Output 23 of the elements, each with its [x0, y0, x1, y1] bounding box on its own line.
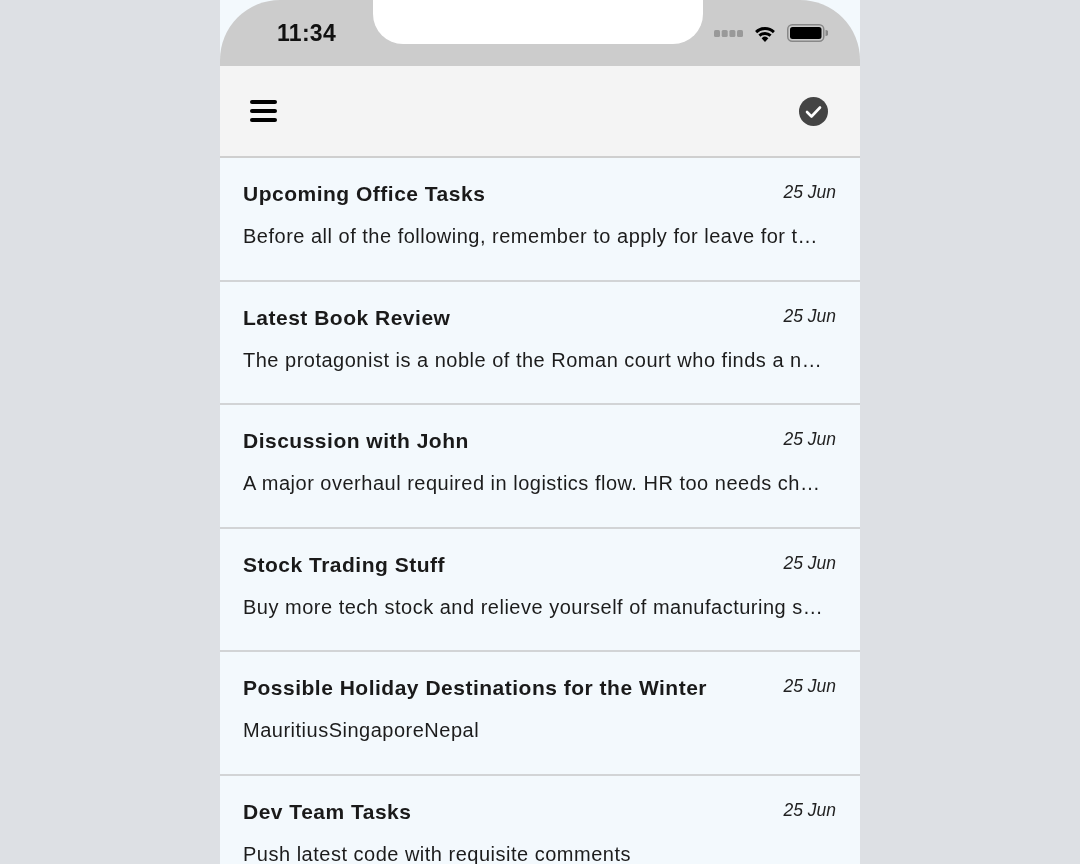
note-date: 25 Jun [783, 181, 836, 203]
note-preview: Buy more tech stock and relieve yourself of manufacturing s… [243, 594, 825, 619]
note-preview: MauritiusSingaporeNepal [243, 718, 481, 743]
note-date: 25 Jun [783, 675, 836, 698]
menu-icon[interactable] [250, 100, 277, 122]
note-date: 25 Jun [783, 551, 836, 574]
note-preview: A major overhaul required in logistics flow. HR too needs ch… [243, 471, 822, 496]
wifi-icon [753, 24, 777, 42]
note-preview: Before all of the following, remember to apply for leave for t… [243, 224, 820, 248]
check-circle-icon[interactable] [799, 96, 828, 126]
note-title: Latest Book Review [243, 304, 451, 331]
status-time: 11:34 [277, 19, 337, 47]
note-preview: The protagonist is a noble of the Roman court who finds a n… [243, 347, 824, 372]
note-date: 25 Jun [783, 798, 836, 821]
note-title: Upcoming Office Tasks [243, 181, 486, 207]
note-date: 25 Jun [783, 428, 836, 451]
note-date: 25 Jun [783, 304, 836, 327]
battery-icon [787, 24, 828, 42]
signal-icon [714, 29, 743, 37]
note-title: Possible Holiday Destinations for the Winter [243, 675, 708, 702]
note-title: Discussion with John [243, 428, 469, 455]
note-title: Dev Team Tasks [243, 798, 412, 825]
note-title: Stock Trading Stuff [243, 551, 445, 578]
